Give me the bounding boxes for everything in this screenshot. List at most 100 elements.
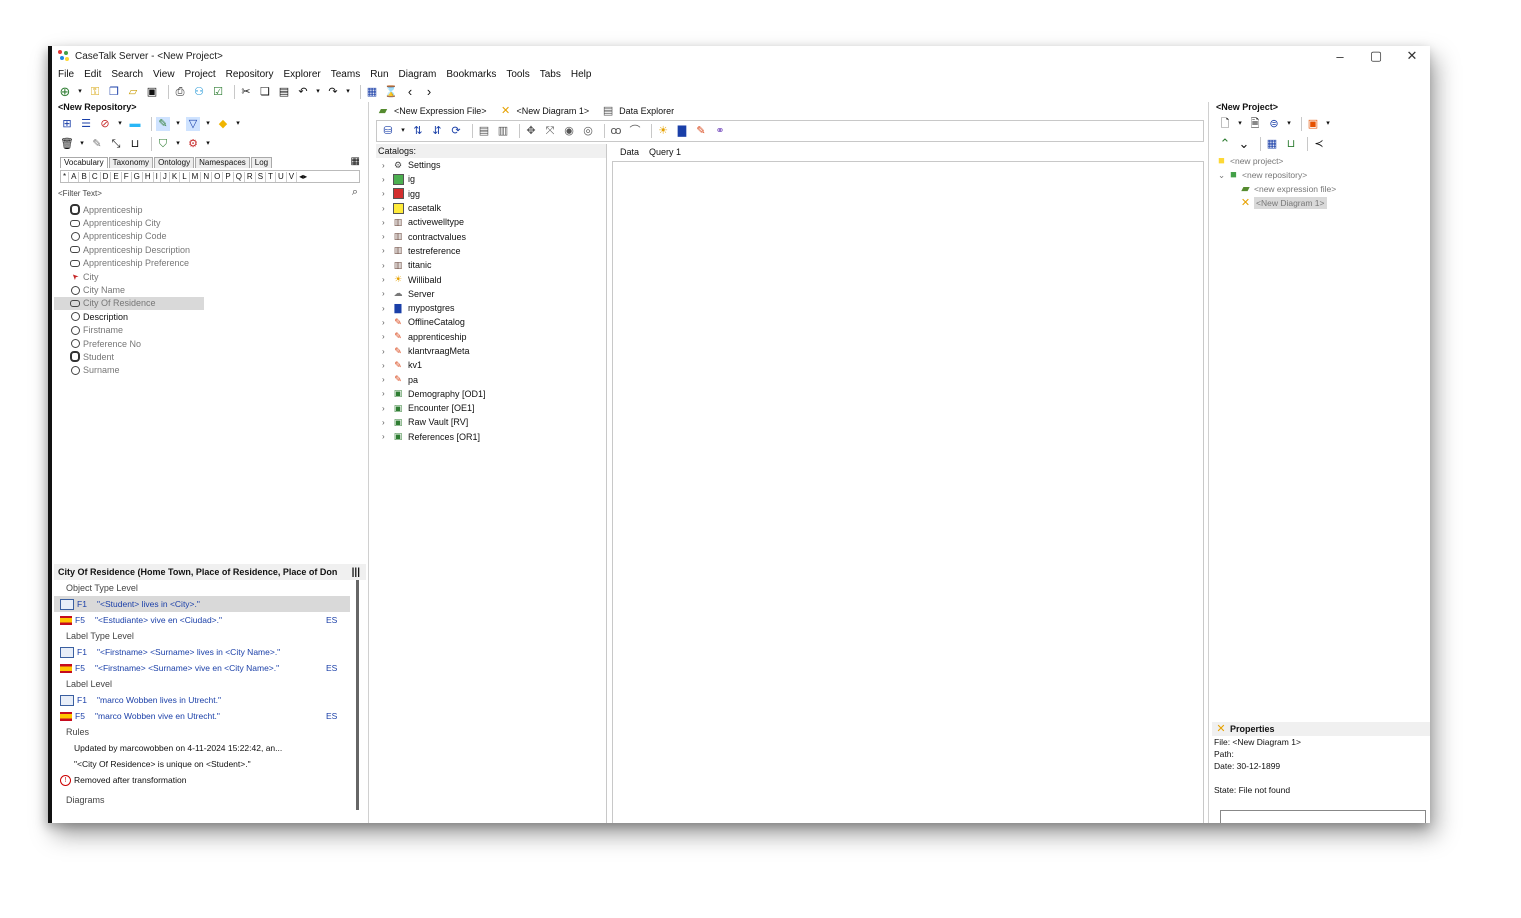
back-arrow-icon[interactable]: ‹ <box>403 85 417 99</box>
alpha-letter[interactable]: V <box>287 171 298 182</box>
catalog-item[interactable]: › ▣ References [OR1] <box>376 430 606 444</box>
catalog-item[interactable]: › ▣ Demography [OD1] <box>376 387 606 401</box>
move-icon[interactable]: ✥ <box>524 124 538 138</box>
chevron-right-icon[interactable]: › <box>382 275 392 284</box>
project-tree-item[interactable]: ■ <new project> <box>1212 154 1430 168</box>
catalog-item[interactable]: › igg <box>376 187 606 201</box>
chevron-right-icon[interactable]: › <box>382 361 392 370</box>
alpha-letter[interactable]: S <box>256 171 267 182</box>
binoculars-icon[interactable]: ꝏ <box>609 124 623 138</box>
menu-diagram[interactable]: Diagram <box>399 69 437 80</box>
share-icon[interactable]: ⚇ <box>192 85 206 99</box>
save-icon[interactable]: ▣ <box>145 85 159 99</box>
catalog-item[interactable]: › ✎ OfflineCatalog <box>376 315 606 329</box>
menu-teams[interactable]: Teams <box>331 69 360 80</box>
unlock-icon[interactable]: ⊔ <box>128 137 142 151</box>
chevron-right-icon[interactable]: › <box>382 404 392 413</box>
rule-unique-text[interactable]: "<City Of Residence> is unique on <Stude… <box>54 756 366 772</box>
tab-expression-file[interactable]: ▰ <New Expression File> <box>376 104 487 118</box>
table-alt-icon[interactable]: ▥ <box>496 124 510 138</box>
chevron-right-icon[interactable]: › <box>382 261 392 270</box>
dropdown-arrow-icon[interactable]: ▾ <box>77 85 83 99</box>
filter-icon[interactable]: ▽ <box>186 117 200 131</box>
list-icon[interactable]: ☰ <box>79 117 93 131</box>
alpha-letter[interactable]: R <box>245 171 256 182</box>
chevron-right-icon[interactable]: › <box>382 175 392 184</box>
chevron-right-icon[interactable]: › <box>382 189 392 198</box>
redo-icon[interactable]: ↷ <box>326 85 340 99</box>
alpha-letter[interactable]: N <box>201 171 213 182</box>
unlock-icon[interactable]: ⊔ <box>1284 137 1298 151</box>
catalog-item[interactable]: › ▥ contractvalues <box>376 229 606 243</box>
expand-down-icon[interactable]: ⌄ <box>1237 137 1251 151</box>
alpha-letter[interactable]: A <box>69 171 80 182</box>
dropdown-arrow-icon[interactable]: ▾ <box>400 124 406 138</box>
dropdown-arrow-icon[interactable]: ▾ <box>175 117 181 131</box>
open-folder-icon[interactable]: ▱ <box>126 85 140 99</box>
chevron-right-icon[interactable]: › <box>382 232 392 241</box>
query-editor[interactable] <box>612 161 1204 823</box>
dropdown-arrow-icon[interactable]: ▾ <box>1286 117 1292 131</box>
sort-icon[interactable]: ⇅ <box>411 124 425 138</box>
print-icon[interactable]: ⎙ <box>173 85 187 99</box>
menu-tabs[interactable]: Tabs <box>540 69 561 80</box>
dropdown-arrow-icon[interactable]: ▾ <box>235 117 241 131</box>
project-tree-item[interactable]: ▰ <new expression file> <box>1212 182 1430 196</box>
vocabulary-item[interactable]: Apprenticeship Code <box>54 230 204 243</box>
alpha-letter[interactable]: E <box>111 171 122 182</box>
dropdown-arrow-icon[interactable]: ▾ <box>205 137 211 151</box>
alpha-letter[interactable]: G <box>132 171 143 182</box>
chevron-right-icon[interactable]: › <box>382 432 392 441</box>
catalog-item[interactable]: › ✎ apprenticeship <box>376 330 606 344</box>
fact-expression-row[interactable]: F5 "marco Wobben vive en Utrecht." ES <box>54 708 350 724</box>
catalog-item[interactable]: › ☀ Willibald <box>376 272 606 286</box>
catalog-item[interactable]: › ig <box>376 172 606 186</box>
circle-target-icon[interactable]: ◉ <box>562 124 576 138</box>
tab-vocabulary[interactable]: Vocabulary <box>60 157 108 168</box>
pencil-icon[interactable]: ✎ <box>90 137 104 151</box>
alpha-letter[interactable]: P <box>223 171 234 182</box>
chevron-right-icon[interactable]: › <box>382 375 392 384</box>
alpha-letter[interactable]: J <box>161 171 170 182</box>
chevron-right-icon[interactable]: › <box>382 246 392 255</box>
arc-icon[interactable]: ⌒ <box>628 124 642 138</box>
export-icon[interactable]: ▣ <box>1306 117 1320 131</box>
tag-icon[interactable]: ◆ <box>216 117 230 131</box>
splitter-right[interactable] <box>1208 102 1209 823</box>
catalog-item[interactable]: › ☁ Server <box>376 287 606 301</box>
undo-icon[interactable]: ↶ <box>296 85 310 99</box>
tab-diagram[interactable]: ✕ <New Diagram 1> <box>499 104 589 118</box>
alpha-letter[interactable]: * <box>61 171 70 182</box>
close-button[interactable]: ✕ <box>1394 46 1430 66</box>
dropdown-arrow-icon[interactable]: ▾ <box>1325 117 1331 131</box>
vocabulary-item[interactable]: Surname <box>54 364 204 377</box>
tab-ontology[interactable]: Ontology <box>154 157 195 168</box>
hourglass-icon[interactable]: ⌛ <box>384 85 398 99</box>
vocabulary-item[interactable]: Apprenticeship <box>54 203 204 216</box>
vocabulary-item[interactable]: City Of Residence <box>54 296 204 311</box>
chevron-right-icon[interactable]: › <box>382 304 392 313</box>
fact-expression-row[interactable]: F5 "<Firstname> <Surname> vive en <City N… <box>54 660 350 676</box>
columns-icon[interactable]: ||| <box>352 567 360 578</box>
alpha-letter[interactable]: K <box>170 171 181 182</box>
catalog-item[interactable]: › ▣ Raw Vault [RV] <box>376 415 606 429</box>
new-document-icon[interactable]: 🗋 <box>1218 117 1232 131</box>
vocabulary-item[interactable]: ➤ City <box>54 270 204 283</box>
sync-icon[interactable]: ⊜ <box>1267 117 1281 131</box>
tab-namespaces[interactable]: Namespaces <box>195 157 250 168</box>
document-icon[interactable]: 🗎 <box>1248 117 1262 131</box>
dropdown-arrow-icon[interactable]: ▾ <box>1237 117 1243 131</box>
copy-files-icon[interactable]: ❐ <box>107 85 121 99</box>
collapse-up-icon[interactable]: ⌃ <box>1218 137 1232 151</box>
dropdown-arrow-icon[interactable]: ▾ <box>79 137 85 151</box>
alpha-letter[interactable]: M <box>190 171 202 182</box>
alpha-letter[interactable]: B <box>79 171 90 182</box>
sort-alt-icon[interactable]: ⇵ <box>430 124 444 138</box>
share-nodes-icon[interactable]: ≺ <box>1312 137 1326 151</box>
paste-icon[interactable]: ▤ <box>277 85 291 99</box>
alpha-letter[interactable]: Q <box>234 171 245 182</box>
copy-icon[interactable]: ❏ <box>258 85 272 99</box>
vocabulary-item[interactable]: Apprenticeship Preference <box>54 257 204 270</box>
catalog-item[interactable]: › ▣ Encounter [OE1] <box>376 401 606 415</box>
new-plus-icon[interactable]: ⊕ <box>58 85 72 99</box>
